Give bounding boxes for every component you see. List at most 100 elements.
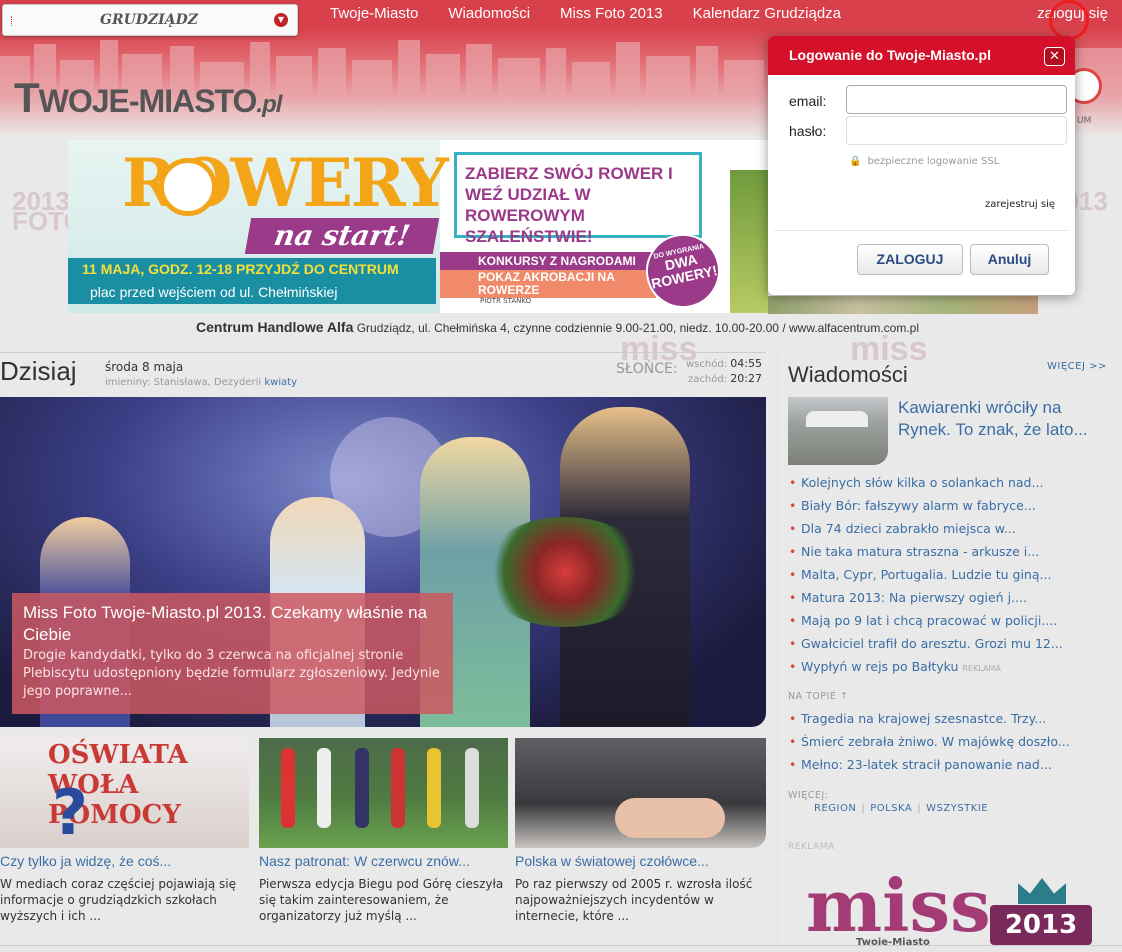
article-thumbnail[interactable]: OŚWIATA WOŁA POMOCY ?: [0, 738, 249, 848]
today-date: środa 8 maja: [105, 360, 184, 374]
top-news-item[interactable]: Śmierć zebrała żniwo. W majówkę doszło..…: [788, 733, 1108, 756]
close-icon[interactable]: ✕: [1044, 47, 1065, 66]
banner-slogan: ZABIERZ SWÓJ ROWER I WEŹ UDZIAŁ W ROWERO…: [454, 152, 702, 246]
sun-label: SŁOŃCE:: [616, 361, 678, 377]
nav-item-miss-foto[interactable]: Miss Foto 2013: [560, 5, 663, 22]
runner: [465, 748, 479, 828]
section-divider: [0, 352, 766, 353]
top-news-list: Tragedia na krajowej szesnastce. Trzy...…: [788, 710, 1108, 779]
more-link-region[interactable]: REGION: [814, 803, 856, 814]
cancel-button[interactable]: Anuluj: [970, 244, 1049, 275]
banner-konkursy: KONKURSY Z NAGRODAMI: [440, 252, 656, 270]
more-link-polska[interactable]: POLSKA: [870, 803, 912, 814]
nav-item-kalendarz[interactable]: Kalendarz Grudziądza: [693, 5, 841, 22]
hero-article[interactable]: Miss Foto Twoje-Miasto.pl 2013. Czekamy …: [0, 397, 766, 727]
main-nav: Twoje-Miasto Wiadomości Miss Foto 2013 K…: [330, 5, 841, 22]
banner-pokaz: POKAZ AKROBACJI NA ROWERZE: [440, 270, 656, 298]
news-item[interactable]: Nie taka matura straszna - arkusze i...: [788, 543, 1108, 566]
hero-title[interactable]: Miss Foto Twoje-Miasto.pl 2013. Czekamy …: [23, 602, 442, 646]
ad-tag: REKLAMA: [962, 664, 1001, 673]
top-news-item[interactable]: Tragedia na krajowej szesnastce. Trzy...: [788, 710, 1108, 733]
banner-location-band: plac przed wejściem od ul. Chełmińskiej: [68, 280, 436, 304]
thumb-title[interactable]: Nasz patronat: W czerwcu znów...: [259, 853, 470, 869]
hand-on-keyboard: [615, 798, 725, 838]
crown-icon: [1018, 878, 1066, 904]
hero-caption[interactable]: Miss Foto Twoje-Miasto.pl 2013. Czekamy …: [12, 593, 453, 714]
highlight-circle: [1049, 0, 1089, 40]
news-item[interactable]: Gwałciciel trafił do aresztu. Grozi mu 1…: [788, 635, 1108, 658]
login-dialog: Logowanie do Twoje-Miasto.pl ✕ email: ha…: [768, 36, 1075, 295]
miss-ad-title[interactable]: miss: [806, 870, 991, 942]
logo-initial: T: [14, 74, 40, 121]
logo-domain: .pl: [256, 91, 282, 118]
banner-photo: [730, 170, 768, 313]
thumb-title[interactable]: Czy tylko ja widzę, że coś...: [0, 853, 171, 869]
news-item[interactable]: Dla 74 dzieci zabrakło miejsca w...: [788, 520, 1108, 543]
more-link-wszystkie[interactable]: WSZYSTKIE: [926, 803, 988, 814]
column-divider: [777, 352, 778, 952]
banner-caption-rest: Grudziądz, ul. Chełmińska 4, czynne codz…: [353, 321, 920, 335]
nav-item-twoje-miasto[interactable]: Twoje-Miasto: [330, 5, 418, 22]
banner-prize-badge: DO WYGRANIA DWA ROWERY!: [639, 227, 727, 313]
more-label: WIĘCEJ:: [788, 790, 829, 801]
news-lead-title[interactable]: Kawiarenki wróciły na Rynek. To znak, że…: [898, 397, 1110, 441]
login-button[interactable]: ZALOGUJ: [857, 244, 963, 275]
runner: [391, 748, 405, 828]
news-item-ad[interactable]: Wypłyń w rejs po Bałtyku REKLAMA: [788, 658, 1108, 681]
news-ad-text[interactable]: Wypłyń w rejs po Bałtyku: [801, 659, 958, 674]
thumb-title[interactable]: Polska w światowej czołówce...: [515, 853, 709, 869]
email-field[interactable]: [846, 85, 1067, 114]
sunset-label: zachód:: [688, 374, 728, 385]
lock-icon: 🔒: [849, 156, 862, 167]
today-title: Dzisiaj: [0, 356, 77, 386]
thumb-description: W mediach coraz częściej pojawiają się i…: [0, 877, 237, 923]
news-item[interactable]: Biały Bór: fałszywy alarm w fabryce...: [788, 497, 1108, 520]
drag-grip-icon[interactable]: [11, 16, 14, 26]
runner: [317, 748, 331, 828]
article-thumbnail[interactable]: [515, 738, 766, 848]
ad-banner[interactable]: ROWERY na start! 11 MAJA, GODZ. 12-18 PR…: [68, 140, 768, 313]
ssl-notice: 🔒 bezpieczne logowanie SSL: [849, 156, 999, 167]
news-item[interactable]: Kolejnych słów kilka o solankach nad...: [788, 474, 1108, 497]
sunrise-time: 04:55: [730, 357, 762, 370]
background-photo-strip: [768, 296, 1038, 314]
news-item[interactable]: Mają po 9 lat i chcą pracować w policji.…: [788, 612, 1108, 635]
email-label: email:: [789, 93, 827, 109]
chevron-down-icon[interactable]: ▼: [274, 13, 288, 27]
news-more-link[interactable]: WIĘCEJ >>: [1047, 361, 1107, 372]
password-label: hasło:: [789, 123, 827, 139]
runner: [281, 748, 295, 828]
sun-times: wschód: 04:55 zachód: 20:27: [686, 357, 762, 387]
banner-na-start: na start!: [244, 218, 440, 254]
dialog-divider: [774, 230, 1068, 231]
flowers-link[interactable]: kwiaty: [264, 377, 297, 388]
hero-description: Drogie kandydatki, tylko do 3 czerwca na…: [23, 648, 440, 699]
runner: [355, 748, 369, 828]
bicycle-wheel-icon: [159, 158, 217, 216]
forum-label: UM: [1077, 116, 1092, 126]
thumb-description: Pierwsza edycja Biegu pod Górę cieszyła …: [259, 877, 504, 923]
nav-item-wiadomosci[interactable]: Wiadomości: [448, 5, 530, 22]
site-logo[interactable]: TWOJE-MIASTO.pl: [14, 74, 282, 122]
news-lead-photo[interactable]: [788, 397, 888, 465]
news-item[interactable]: Matura 2013: Na pierwszy ogień j....: [788, 589, 1108, 612]
banner-date-band: 11 MAJA, GODZ. 12-18 PRZYJDŹ DO CENTRUM …: [68, 258, 436, 299]
login-dialog-title: Logowanie do Twoje-Miasto.pl: [768, 36, 1075, 75]
news-section-title: Wiadomości: [788, 362, 908, 387]
top-label: NA TOPIE ↑: [788, 691, 849, 702]
password-field[interactable]: [846, 116, 1067, 145]
article-thumbnail[interactable]: [259, 738, 508, 848]
register-link[interactable]: zarejestruj się: [985, 199, 1055, 210]
news-list: Kolejnych słów kilka o solankach nad... …: [788, 474, 1108, 681]
banner-caption-bold: Centrum Handlowe Alfa: [196, 319, 354, 335]
hero-flowers: [480, 517, 650, 627]
top-news-item[interactable]: Mełno: 23-latek stracił panowanie nad...: [788, 756, 1108, 779]
ssl-text: bezpieczne logowanie SSL: [867, 156, 1000, 167]
sunset-time: 20:27: [730, 372, 762, 385]
news-item[interactable]: Malta, Cypr, Portugalia. Ludzie tu giną.…: [788, 566, 1108, 589]
thumb-description: Po raz pierwszy od 2005 r. wzrosła ilość…: [515, 877, 753, 923]
umbrella: [806, 411, 868, 427]
city-selector[interactable]: GRUDZIĄDZ ▼: [2, 4, 298, 36]
city-name: GRUDZIĄDZ: [100, 12, 198, 28]
banner-caption: Centrum Handlowe Alfa Grudziądz, ul. Che…: [196, 319, 919, 335]
